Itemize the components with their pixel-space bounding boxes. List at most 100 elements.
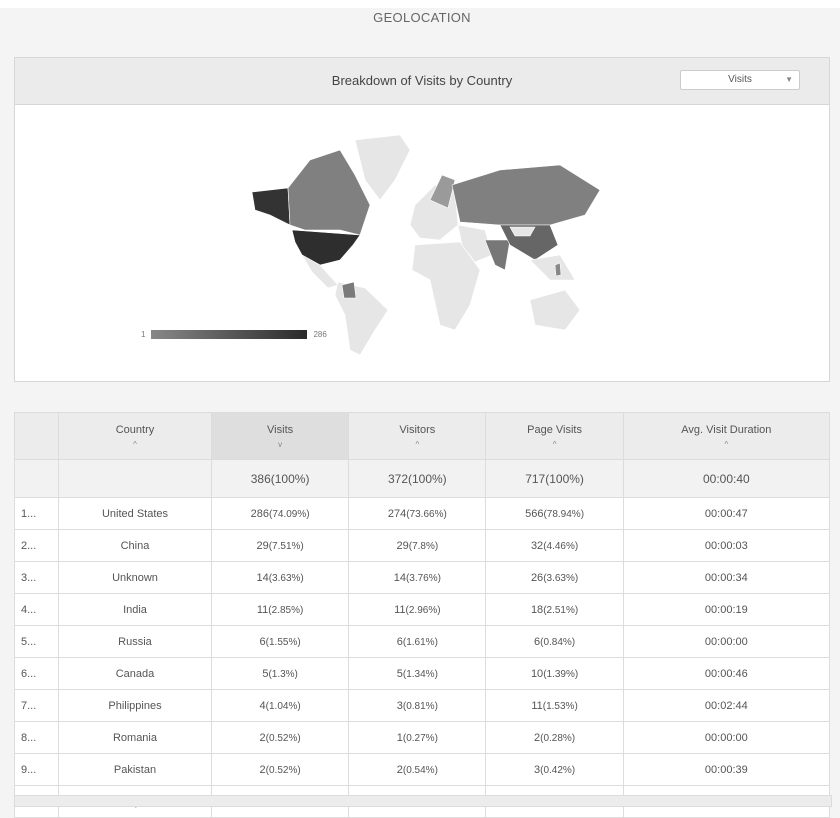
map-legend: 1 286 xyxy=(141,330,327,339)
totals-page-visits: 717(100%) xyxy=(485,459,624,498)
row-visitors: 14(3.76%) xyxy=(348,561,487,594)
value: 11 xyxy=(256,603,269,616)
row-duration: 00:00:19 xyxy=(622,593,831,626)
header-label: Country xyxy=(115,423,155,436)
row-country: India xyxy=(58,593,212,626)
row-page-visits: 2(0.28%) xyxy=(485,721,624,754)
row-page-visits: 10(1.39%) xyxy=(485,657,624,690)
row-visits: 29(7.51%) xyxy=(210,529,350,562)
row-page-visits: 6(0.84%) xyxy=(485,625,624,658)
row-country: United States xyxy=(58,497,212,530)
percent: (3.63%) xyxy=(268,572,304,584)
row-page-visits: 11(1.53%) xyxy=(485,689,624,722)
value: 14 xyxy=(256,571,269,584)
table-row[interactable]: 9... Pakistan 2(0.52%) 2(0.54%) 3(0.42%)… xyxy=(14,753,831,786)
row-country: Philippines xyxy=(58,689,212,722)
map-greenland xyxy=(354,134,411,201)
row-visits: 11(2.85%) xyxy=(210,593,350,626)
header-page-visits[interactable]: Page Visits ^ xyxy=(485,412,624,460)
percent: (1.3%) xyxy=(268,668,298,680)
totals-country xyxy=(58,459,212,498)
table-row[interactable]: 5... Russia 6(1.55%) 6(1.61%) 6(0.84%) 0… xyxy=(14,625,831,658)
map-alaska xyxy=(251,187,291,226)
header-index xyxy=(14,412,59,460)
header-label: Avg. Visit Duration xyxy=(681,423,772,436)
value: 29 xyxy=(256,539,269,552)
value: 10 xyxy=(530,667,544,680)
percent: (7.8%) xyxy=(408,540,439,552)
percent: (0.28%) xyxy=(540,732,576,744)
row-page-visits: 3(0.42%) xyxy=(485,753,624,786)
table-row[interactable]: 7... Philippines 4(1.04%) 3(0.81%) 11(1.… xyxy=(14,689,831,722)
row-visits: 286(74.09%) xyxy=(210,497,350,530)
percent: (2.85%) xyxy=(268,604,304,616)
row-page-visits: 26(3.63%) xyxy=(485,561,624,594)
metric-select[interactable]: Visits ▼ xyxy=(680,70,800,90)
row-country: Unknown xyxy=(58,561,212,594)
row-visitors: 3(0.81%) xyxy=(348,689,487,722)
legend-min: 1 xyxy=(141,330,146,339)
row-visitors: 5(1.34%) xyxy=(348,657,487,690)
value: 11 xyxy=(394,603,406,616)
percent: (1.34%) xyxy=(402,668,438,680)
header-duration[interactable]: Avg. Visit Duration ^ xyxy=(622,412,831,460)
percent: (3.76%) xyxy=(405,572,441,584)
table-row[interactable]: 6... Canada 5(1.3%) 5(1.34%) 10(1.39%) 0… xyxy=(14,657,831,690)
legend-max: 286 xyxy=(313,330,327,339)
row-country: Romania xyxy=(58,721,212,754)
percent: (0.84%) xyxy=(540,636,576,648)
row-index: 7... xyxy=(14,689,59,722)
row-index: 2... xyxy=(14,529,59,562)
percent: (78.94%) xyxy=(543,508,585,520)
row-visitors: 6(1.61%) xyxy=(348,625,487,658)
percent: (0.42%) xyxy=(540,764,576,776)
row-index: 9... xyxy=(14,753,59,786)
row-index: 5... xyxy=(14,625,59,658)
value: 29 xyxy=(396,539,409,552)
row-index: 6... xyxy=(14,657,59,690)
row-index: 8... xyxy=(14,721,59,754)
value: 274 xyxy=(387,507,407,520)
row-duration: 00:00:34 xyxy=(622,561,831,594)
percent: (0.54%) xyxy=(402,764,438,776)
header-label: Visitors xyxy=(399,423,436,436)
sort-asc-icon: ^ xyxy=(552,439,557,449)
chart-panel-header: Breakdown of Visits by Country Visits ▼ xyxy=(15,58,829,105)
percent: (1.53%) xyxy=(542,700,578,712)
percent: (7.51%) xyxy=(268,540,304,552)
map-philippines xyxy=(554,262,562,277)
row-duration: 00:00:46 xyxy=(622,657,831,690)
row-country: China xyxy=(58,529,212,562)
row-country: Pakistan xyxy=(58,753,212,786)
percent: (73.66%) xyxy=(406,508,447,520)
percent: (0.52%) xyxy=(265,732,301,744)
header-country[interactable]: Country ^ xyxy=(58,412,212,460)
legend-gradient xyxy=(151,330,308,339)
table-row[interactable]: 1... United States 286(74.09%) 274(73.66… xyxy=(14,497,831,530)
map-usa xyxy=(291,229,361,266)
percent: (1.55%) xyxy=(265,636,301,648)
table-row[interactable]: 4... India 11(2.85%) 11(2.96%) 18(2.51%)… xyxy=(14,593,831,626)
percent: (3.63%) xyxy=(543,572,579,584)
sort-asc-icon: ^ xyxy=(133,439,137,449)
world-map[interactable] xyxy=(230,130,610,355)
table-row[interactable]: 8... Romania 2(0.52%) 1(0.27%) 2(0.28%) … xyxy=(14,721,831,754)
top-bar xyxy=(0,0,840,8)
row-country: Canada xyxy=(58,657,212,690)
value: 286 xyxy=(250,507,269,520)
percent: (1.39%) xyxy=(543,668,579,680)
chevron-down-icon: ▼ xyxy=(785,75,793,84)
header-label: Visits xyxy=(267,423,294,436)
table-row[interactable]: 3... Unknown 14(3.63%) 14(3.76%) 26(3.63… xyxy=(14,561,831,594)
header-visitors[interactable]: Visitors ^ xyxy=(348,412,487,460)
value: 26 xyxy=(530,571,544,584)
row-page-visits: 32(4.46%) xyxy=(485,529,624,562)
value: 14 xyxy=(393,571,406,584)
value: 566 xyxy=(525,507,544,520)
row-visits: 4(1.04%) xyxy=(210,689,350,722)
table-row[interactable]: 2... China 29(7.51%) 29(7.8%) 32(4.46%) … xyxy=(14,529,831,562)
row-visits: 2(0.52%) xyxy=(210,753,350,786)
metric-select-value: Visits xyxy=(728,74,752,85)
totals-index xyxy=(14,459,59,498)
header-visits[interactable]: Visits v xyxy=(210,412,350,460)
